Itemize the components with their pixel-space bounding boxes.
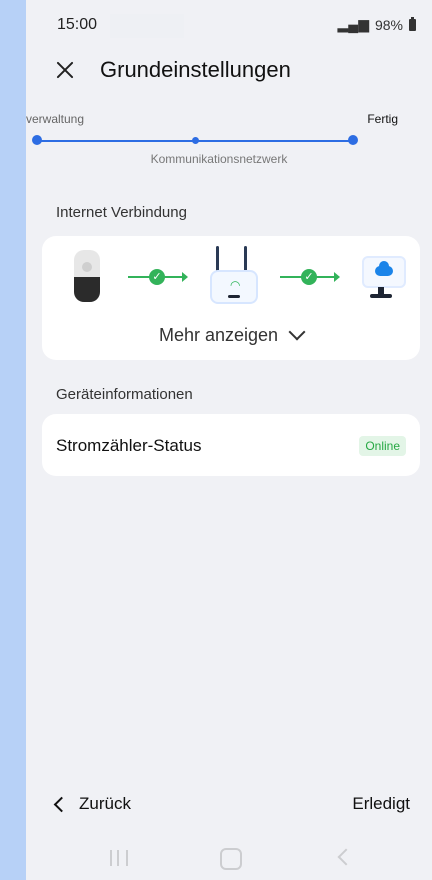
status-time: 15:00: [57, 16, 98, 33]
monitor-base: [370, 294, 392, 298]
cloud-shape: [375, 261, 393, 276]
back-button[interactable]: Zurück: [53, 794, 131, 814]
app-screen: 15:00 ▂▄▆ 98% Grundeinstellungen verwalt…: [26, 0, 432, 880]
system-nav-bar: [26, 842, 432, 880]
bottom-action-bar: Zurück Erledigt: [26, 790, 432, 820]
close-icon[interactable]: [54, 59, 76, 81]
meter-icon: [74, 250, 100, 302]
progress-stepper: verwaltung Fertig Kommunikationsnetzwerk: [26, 108, 432, 170]
battery-icon: [409, 16, 416, 31]
link-router-cloud: ✓: [280, 269, 340, 285]
home-icon[interactable]: [220, 848, 242, 870]
chevron-left-icon: [53, 796, 70, 812]
show-more-label: Mehr anzeigen: [158, 325, 279, 345]
step-label-current: Kommunikationsnetzwerk: [150, 152, 288, 166]
redacted-area: [110, 14, 184, 38]
header: Grundeinstellungen: [54, 52, 432, 88]
status-bar: 15:00 ▂▄▆ 98%: [26, 14, 432, 38]
show-more-button[interactable]: Mehr anzeigen: [42, 323, 420, 346]
page-title: Grundeinstellungen: [100, 57, 291, 82]
router-icon: ◠: [204, 246, 260, 304]
signal-icon: ▂▄▆: [337, 16, 369, 32]
section-title-device-info: Geräteinformationen: [56, 386, 193, 403]
recent-apps-icon[interactable]: [110, 850, 128, 866]
connection-card: ✓ ◠ ✓ Mehr anzeigen: [42, 236, 420, 360]
monitor-screen: [362, 256, 406, 288]
done-button[interactable]: Erledigt: [352, 794, 410, 814]
router-body: ◠: [210, 270, 258, 304]
back-label: Zurück: [79, 794, 131, 813]
battery-label: 98%: [374, 16, 403, 33]
check-icon: ✓: [301, 269, 317, 285]
check-icon: ✓: [149, 269, 165, 285]
status-icons: ▂▄▆ 98%: [338, 16, 416, 33]
meter-status-card: Stromzähler-Status Online: [42, 414, 420, 476]
section-title-connection: Internet Verbindung: [56, 204, 187, 221]
meter-status-label: Stromzähler-Status: [56, 436, 202, 455]
step-label-finished: Fertig: [367, 112, 398, 126]
chevron-down-icon: [288, 323, 306, 341]
wifi-icon: ◠: [230, 278, 241, 292]
cloud-icon: [360, 256, 406, 300]
router-led: [228, 295, 240, 298]
back-nav-icon[interactable]: [337, 848, 355, 866]
status-badge: Online: [359, 436, 406, 456]
link-meter-router: ✓: [128, 269, 188, 285]
step-dot-current: [192, 137, 199, 144]
step-label-previous: verwaltung: [26, 112, 85, 126]
step-dot-previous: [32, 135, 42, 145]
step-dot-finished: [348, 135, 358, 145]
monitor-stand: [378, 287, 384, 294]
